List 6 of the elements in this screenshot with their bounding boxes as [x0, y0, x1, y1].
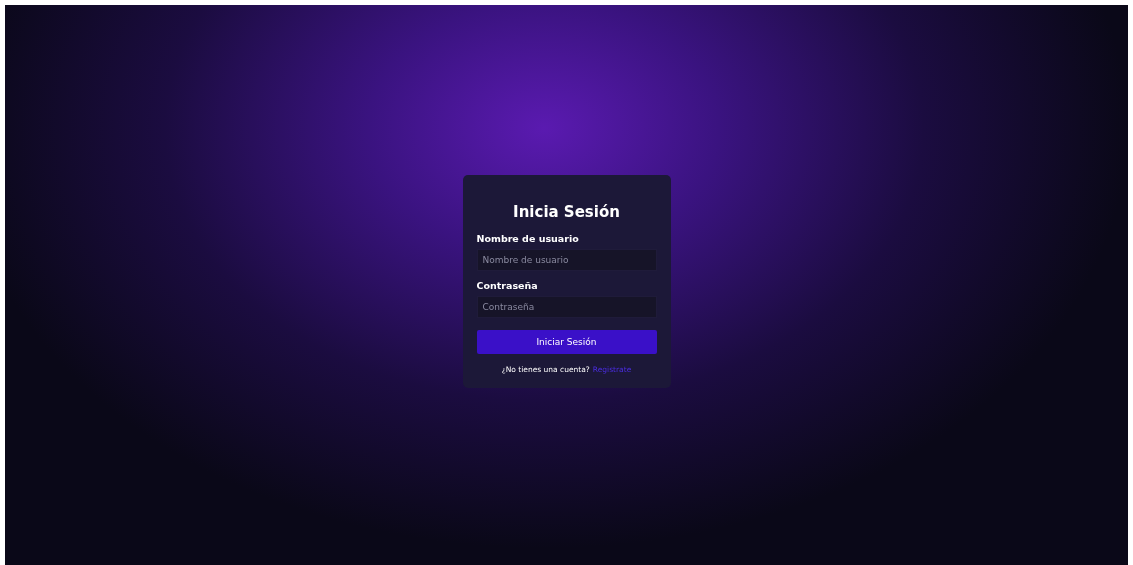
- input-field[interactable]: Contraseña: [476, 296, 657, 318]
- field-label: Contraseña: [476, 280, 539, 291]
- field-label: Nombre de usuario: [476, 233, 580, 244]
- login-button[interactable]: Iniciar Sesión: [476, 330, 657, 354]
- input-field[interactable]: Nombre de usuario: [476, 249, 657, 271]
- form-title: Inicia Sesión: [512, 203, 621, 221]
